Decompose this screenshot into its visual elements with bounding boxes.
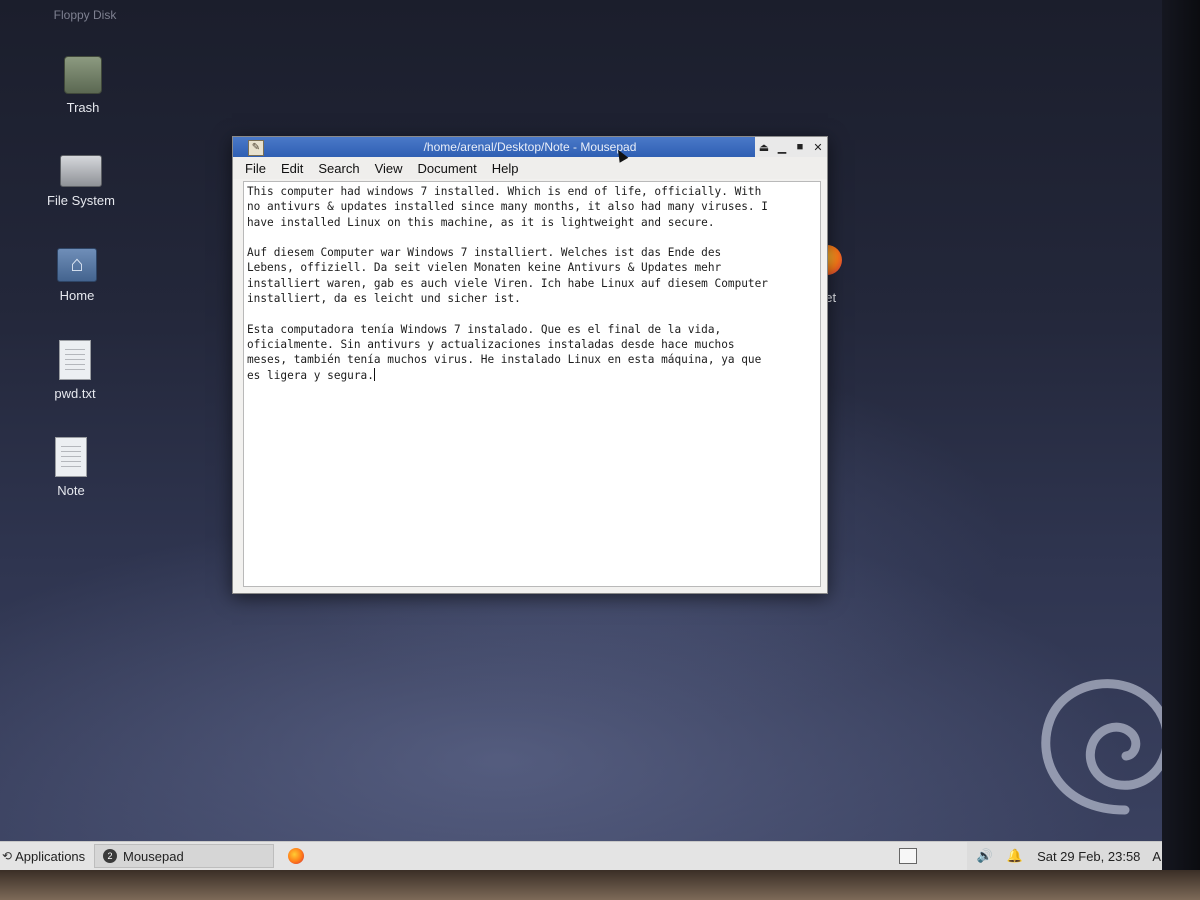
menubar: File Edit Search View Document Help	[233, 157, 827, 179]
clock[interactable]: Sat 29 Feb, 23:58	[1037, 849, 1140, 864]
close-icon[interactable]: ✕	[811, 141, 825, 154]
taskbar: ⟲ Applications 2 Mousepad 🔊 🔔 Sat 29 Feb…	[0, 841, 1190, 870]
text-caret	[373, 367, 375, 381]
volume-icon[interactable]: 🔊	[977, 848, 993, 864]
menu-edit[interactable]: Edit	[281, 161, 303, 176]
desktop-icon-label: pwd.txt	[54, 386, 96, 401]
debian-menu-icon: ⟲	[2, 849, 13, 863]
text-file-icon	[59, 340, 91, 380]
text-editor-area[interactable]: This computer had windows 7 installed. W…	[243, 181, 821, 587]
window-controls: ⏏ ▁ ■ ✕	[755, 137, 827, 157]
desktop-icon-label: Note	[57, 483, 85, 498]
menu-help[interactable]: Help	[492, 161, 519, 176]
monitor-bezel	[1162, 0, 1200, 870]
system-tray: 🔊 🔔 Sat 29 Feb, 23:58 Arenal	[966, 842, 1190, 870]
applications-menu-button[interactable]: ⟲ Applications	[0, 849, 94, 864]
menu-search[interactable]: Search	[318, 161, 359, 176]
desktop-icon-label: Home	[59, 288, 95, 303]
floppy-disk-label[interactable]: Floppy Disk	[30, 8, 140, 22]
drive-icon	[60, 155, 102, 187]
menu-document[interactable]: Document	[418, 161, 477, 176]
shade-icon[interactable]: ⏏	[757, 141, 771, 154]
minimize-icon[interactable]: ▁	[775, 141, 789, 154]
mousepad-window[interactable]: ✎ /home/arenal/Desktop/Note - Mousepad ⏏…	[232, 136, 828, 594]
debian-swirl-logo	[1041, 679, 1172, 815]
desktop-icon-file-system[interactable]: File System	[26, 155, 136, 208]
maximize-icon[interactable]: ■	[793, 141, 807, 153]
desktop-icon-note[interactable]: Note	[16, 437, 126, 498]
firefox-launcher-icon[interactable]	[288, 848, 304, 864]
workspace-switcher[interactable]	[898, 848, 917, 864]
taskbar-task-mousepad[interactable]: 2 Mousepad	[94, 844, 274, 868]
editor-content[interactable]: This computer had windows 7 installed. W…	[247, 185, 768, 382]
text-file-icon	[55, 437, 87, 477]
desktop: Floppy Disk Trash File System Home pwd.t…	[0, 0, 1200, 870]
task-label: Mousepad	[123, 848, 184, 864]
home-folder-icon	[57, 248, 97, 282]
task-group-badge: 2	[103, 849, 117, 863]
applications-label: Applications	[15, 848, 86, 864]
desktop-icon-trash[interactable]: Trash	[28, 56, 138, 115]
window-title: /home/arenal/Desktop/Note - Mousepad	[423, 140, 637, 154]
window-titlebar[interactable]: ✎ /home/arenal/Desktop/Note - Mousepad ⏏…	[233, 137, 827, 157]
notification-bell-icon[interactable]: 🔔	[1007, 848, 1023, 864]
desktop-icon-home[interactable]: Home	[22, 248, 132, 303]
menu-view[interactable]: View	[375, 161, 403, 176]
desktop-icon-label: Trash	[66, 100, 100, 115]
desktop-icon-label: File System	[47, 193, 115, 208]
monitor-bottom-edge	[0, 870, 1200, 900]
trash-icon	[64, 56, 102, 94]
desktop-icon-pwd-txt[interactable]: pwd.txt	[20, 340, 130, 401]
menu-file[interactable]: File	[245, 161, 266, 176]
